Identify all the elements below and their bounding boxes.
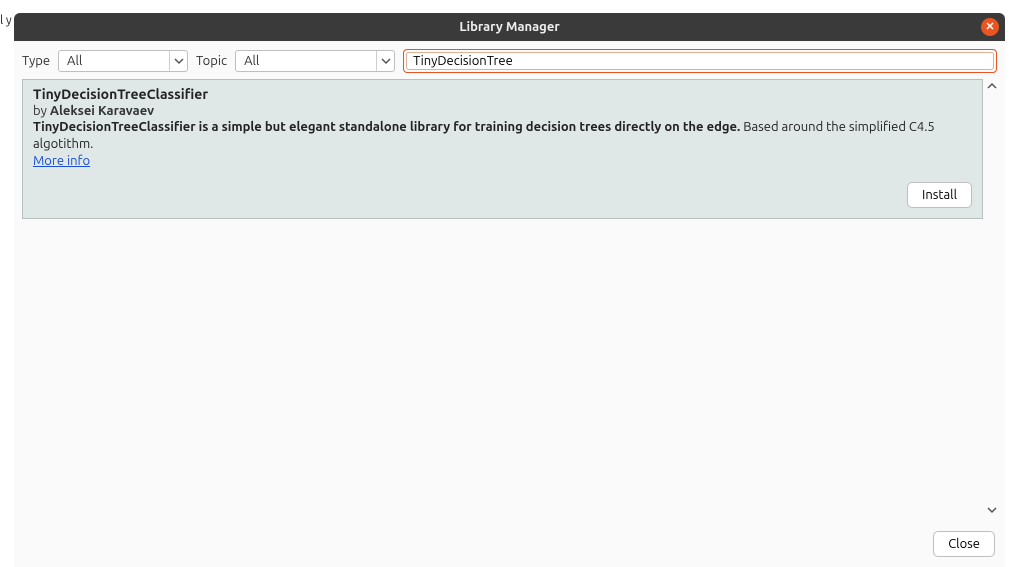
- filter-bar: Type All Topic All: [14, 41, 1005, 79]
- titlebar: Library Manager ✕: [14, 13, 1005, 41]
- library-description: TinyDecisionTreeClassifier is a simple b…: [33, 119, 972, 153]
- results-scrollbar[interactable]: [985, 79, 999, 517]
- install-button[interactable]: Install: [907, 182, 972, 208]
- library-byline: by Aleksei Karavaev: [33, 104, 972, 118]
- chevron-down-icon: [376, 51, 394, 71]
- scroll-down-icon[interactable]: [985, 503, 999, 517]
- library-description-bold: TinyDecisionTreeClassifier is a simple b…: [33, 120, 740, 134]
- topic-select-value: All: [236, 54, 376, 68]
- by-prefix: by: [33, 104, 50, 118]
- window-close-button[interactable]: ✕: [981, 18, 999, 36]
- library-card: TinyDecisionTreeClassifier by Aleksei Ka…: [22, 79, 983, 219]
- install-row: Install: [33, 182, 972, 208]
- type-select[interactable]: All: [58, 50, 188, 72]
- topic-select[interactable]: All: [235, 50, 395, 72]
- topic-label: Topic: [196, 54, 227, 68]
- type-label: Type: [22, 54, 50, 68]
- results-list: TinyDecisionTreeClassifier by Aleksei Ka…: [22, 79, 983, 517]
- more-info-link[interactable]: More info: [33, 154, 90, 168]
- window-title: Library Manager: [459, 20, 559, 34]
- chevron-down-icon: [169, 51, 187, 71]
- close-button[interactable]: Close: [933, 531, 995, 557]
- library-manager-window: Library Manager ✕ Type All Topic All Tin…: [14, 13, 1005, 567]
- background-fragment-text: l y: [0, 14, 12, 27]
- library-author: Aleksei Karavaev: [50, 104, 154, 118]
- search-input[interactable]: [406, 52, 994, 70]
- dialog-footer: Close: [14, 523, 1005, 567]
- close-icon: ✕: [985, 22, 994, 33]
- scroll-up-icon[interactable]: [985, 79, 999, 93]
- content-area: TinyDecisionTreeClassifier by Aleksei Ka…: [14, 79, 1005, 523]
- search-field-wrap: [403, 49, 997, 73]
- library-title: TinyDecisionTreeClassifier: [33, 86, 972, 102]
- type-select-value: All: [59, 54, 169, 68]
